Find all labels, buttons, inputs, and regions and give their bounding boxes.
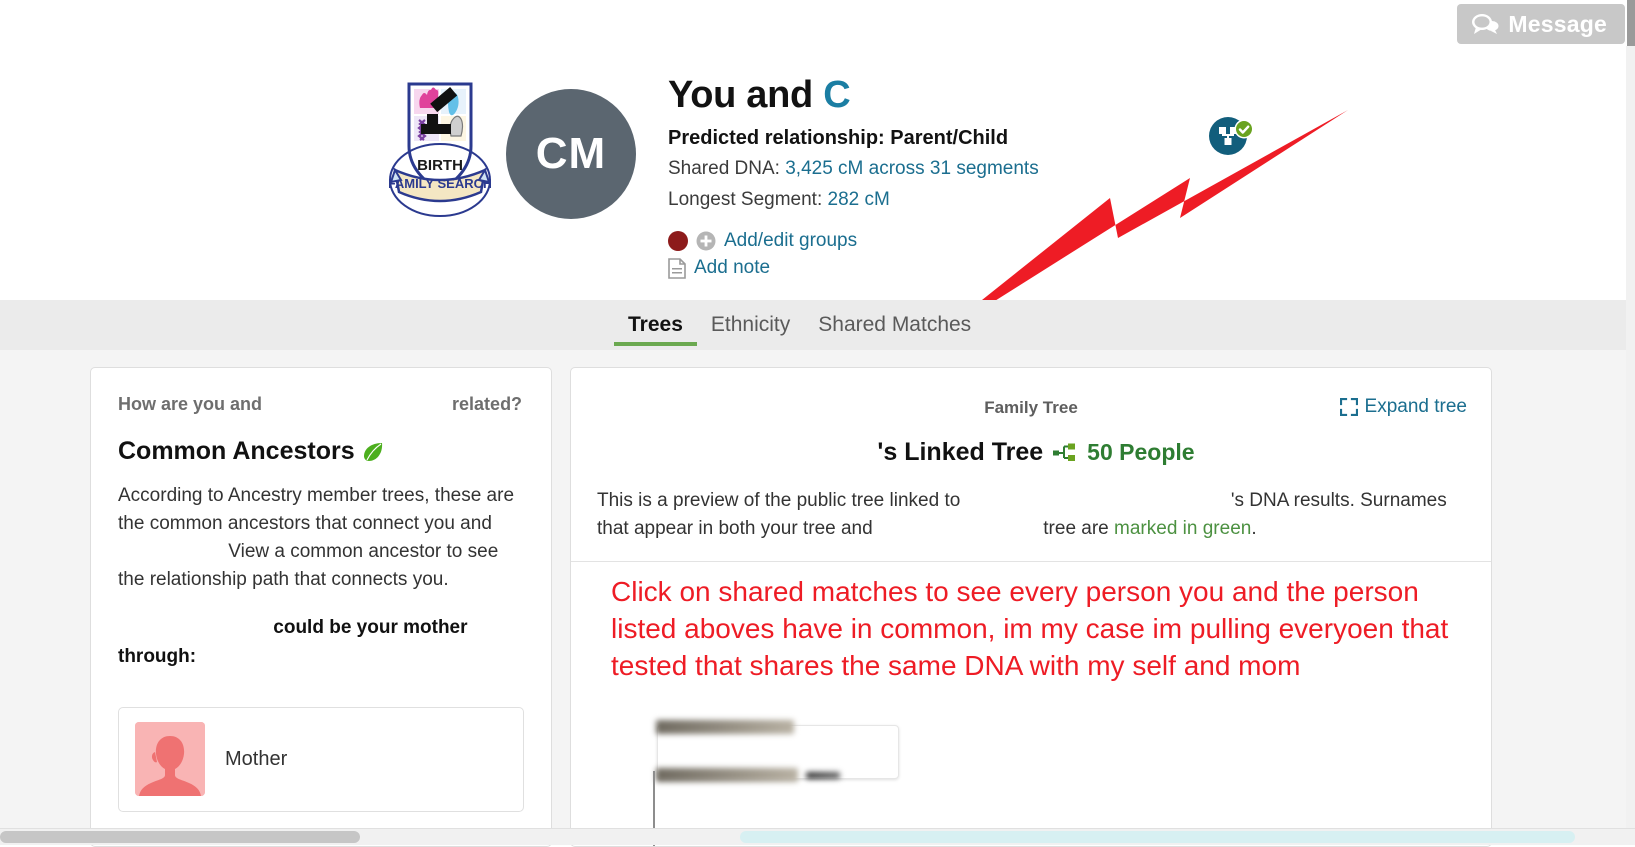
window-edge [1627,0,1635,46]
tree-preview [571,711,1491,846]
main-content: How are you and related? Common Ancestor… [0,350,1635,847]
add-note-row[interactable]: Add note [668,257,1388,279]
match-avatar[interactable]: CM [506,89,636,219]
how-are-you-related-prefix: How are you and [118,394,263,414]
family-tree-panel: Family Tree Expand tree 's Linked Tree 5… [570,367,1492,847]
common-ancestors-heading: Common Ancestors [118,437,524,466]
tab-shared-matches-label: Shared Matches [818,313,972,336]
redacted-node-extra [806,772,840,780]
family-tree-description-part1: This is a preview of the public tree lin… [597,490,961,511]
linked-tree-title: 's Linked Tree [877,438,1044,466]
redacted-name-6 [877,515,1038,544]
longest-segment-label: Longest Segment: [668,188,828,210]
longest-segment-line: Longest Segment: 282 cM [668,187,1388,213]
chat-bubble-icon [1471,13,1499,35]
how-are-you-related-suffix: related? [452,394,523,414]
redacted-node-dates [656,768,798,783]
tab-trees[interactable]: Trees [614,300,697,350]
avatar-initials: CM [535,129,607,178]
match-header: BIRTH FAMILY SEARCH CM You and C Predict… [0,46,1635,300]
message-button-label: Message [1508,10,1607,37]
expand-icon [1339,397,1358,417]
redacted-name-3 [118,614,268,643]
family-tree-description-part3: tree are [1043,518,1109,540]
how-are-you-related-heading: How are you and related? [118,394,524,415]
ancestor-card[interactable]: Mother [118,706,524,812]
shared-dna-label: Shared DNA: [668,157,786,179]
could-be-label: could be your mother [273,617,468,639]
person-silhouette-icon [135,722,205,797]
logo-text-birth: BIRTH [417,157,463,174]
red-annotation-text: Click on shared matches to see every per… [611,576,1449,682]
common-ancestors-description-part1: According to Ancestry member trees, thes… [118,485,515,535]
ancestor-relationship-label: Mother [225,747,288,770]
common-ancestors-heading-label: Common Ancestors [118,437,355,465]
org-chart-icon [1053,443,1077,462]
redacted-name-1 [262,394,453,415]
linked-tree-verified-icon[interactable] [1209,116,1255,156]
group-color-dot-icon[interactable] [668,231,688,252]
expand-tree-button[interactable]: Expand tree [1339,396,1467,418]
birth-family-search-logo: BIRTH FAMILY SEARCH [388,74,492,222]
could-be-your-mother-line: could be your mother through: [118,614,524,670]
linked-tree-heading: 's Linked Tree 50 People [571,438,1491,467]
longest-segment-value: 282 cM [827,188,890,210]
common-ancestors-panel: How are you and related? Common Ancestor… [90,367,552,847]
add-note-link[interactable]: Add note [694,257,770,279]
people-count: 50 People [1087,439,1195,465]
page-title-prefix: You and [668,74,824,116]
horizontal-scrollbar[interactable] [0,828,1635,845]
match-meta-links: Add/edit groups Add note [668,230,1388,279]
logo-text-family-search: FAMILY SEARCH [389,176,491,191]
redacted-name-5 [965,487,1226,516]
message-button[interactable]: Message [1457,4,1625,44]
vertical-scrollbar[interactable] [1626,46,1635,845]
redacted-node-name [656,720,794,735]
tab-shared-matches[interactable]: Shared Matches [804,300,985,350]
expand-tree-label: Expand tree [1364,396,1467,417]
plus-circle-icon[interactable] [696,231,716,251]
note-document-icon [668,257,686,279]
through-label: through: [118,645,197,667]
top-bar: Message [0,0,1635,46]
horizontal-scrollbar-thumb[interactable] [0,831,360,843]
tab-ethnicity[interactable]: Ethnicity [697,300,804,350]
redacted-name-2 [118,538,223,567]
add-edit-groups-link[interactable]: Add/edit groups [724,230,857,252]
add-edit-groups-row[interactable]: Add/edit groups [668,230,1388,252]
family-tree-description-end: . [1251,518,1257,540]
predicted-relationship: Predicted relationship: Parent/Child [668,126,1009,149]
tree-node-card[interactable] [656,720,899,783]
shared-dna-value[interactable]: 3,425 cM across 31 segments [785,158,1038,179]
family-tree-description: This is a preview of the public tree lin… [597,487,1461,544]
page-title-initial: C [823,74,851,116]
match-header-text: You and C Predicted relationship: Parent… [668,74,1388,284]
leaf-icon [362,441,384,463]
tab-trees-label: Trees [628,313,683,336]
tab-ethnicity-label: Ethnicity [710,313,791,336]
tab-bar: Trees Ethnicity Shared Matches [0,300,1635,351]
common-ancestors-description: According to Ancestry member trees, thes… [118,482,524,594]
shared-dna-line: Shared DNA: 3,425 cM across 31 segments [668,156,1388,182]
inner-horizontal-scrollbar-thumb[interactable] [740,831,1575,843]
section-divider [571,561,1491,563]
marked-in-green-text: marked in green [1114,518,1252,540]
page-title: You and C [668,74,1388,116]
